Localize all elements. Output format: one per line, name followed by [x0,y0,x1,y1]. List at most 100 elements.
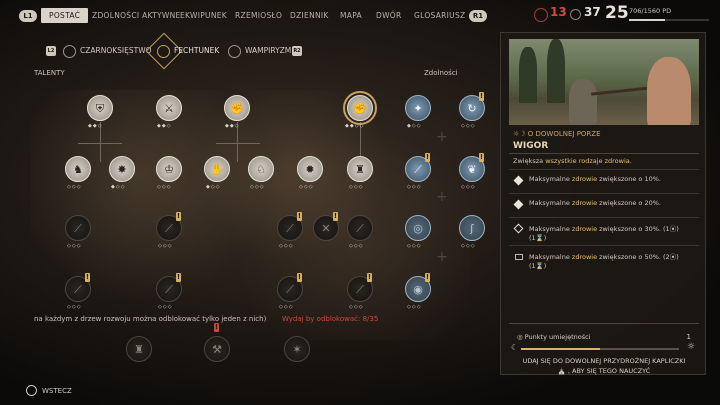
sorcery-icon [63,45,76,58]
rank-row-1: Maksymalne zdrowie zwiększone o 10%. [509,169,699,193]
claw-icon: ✋ [210,162,224,176]
tab-ekwipunek[interactable]: EKWIPUNEK [180,11,227,20]
tab-dwor[interactable]: DWÓR [376,11,402,20]
rank-hl: zdrowie [571,253,598,261]
fist-icon: ✊ [353,101,367,115]
health-value: 13 [550,5,567,19]
swordsmanship-icon [157,45,170,58]
riposte-icon: ⟋ [356,282,364,296]
skill-pips: ◆◇◇ [407,123,422,129]
slash-icon: ⟋ [165,282,173,296]
skill-pips: ◇◇◇ [461,123,476,129]
ultimate-node[interactable]: ⚒ [204,336,230,362]
alert-icon: ! [176,212,181,221]
talent-pips: ◆◆◇ [88,123,103,129]
tab-mapa[interactable]: MAPA [340,11,362,20]
ultimate-node[interactable]: ♜ [126,336,152,362]
time-progress-track [521,348,679,350]
health-icon [534,8,548,22]
panel-subtitle: ☼☽ O DOWOLNEJ PORZE [513,130,601,138]
talent-node-arm[interactable]: ✊ [224,95,250,121]
category-fechtunek[interactable]: FECHTUNEK [174,46,219,55]
xp-text: 706/1560 PD [629,7,672,15]
rank-post: zwiększone o 20%. [597,199,661,207]
talent-node-sword[interactable]: ⚔ [156,95,182,121]
rank-diamonds: ◆◆◇ [657,123,678,125]
rank-post: zwiększone o 30%. (1 [597,225,670,233]
talent-pips: ◇◇◇ [250,184,265,190]
tab-dziennik[interactable]: DZIENNIK [290,11,329,20]
category-czarnoksiestwo[interactable]: CZARNOKSIĘSTWO [80,46,152,55]
unlock-requirement-text: Wydaj by odblokować: 8/35 [282,315,379,323]
learn-hint-line2-text: , ABY SIĘ TEGO NAUCZYĆ [567,367,651,375]
slot-cross-icon: + [436,249,448,265]
blade-icon: ⟋ [165,221,173,235]
talent-pips: ◇◇◇ [158,243,173,249]
panel-subtitle-text: O DOWOLNEJ PORZE [527,130,601,138]
sun-icon: ☼ [686,342,695,352]
talent-pips: ◆◆◇◇ [345,123,365,129]
strength-icon: ✊ [230,101,244,115]
panel-description: Zwiększa wszystkie rodzaje zdrowia. [513,157,632,165]
alert-icon: ! [333,212,338,221]
tab-glosariusz[interactable]: GLOSARIUSZ [414,11,465,20]
talent-node-beast[interactable]: ♘ [248,156,274,182]
thrust-icon: ⟋ [286,282,294,296]
tab-rzemioslo[interactable]: RZEMIOSŁO [235,11,282,20]
skill-node[interactable]: ✦ [405,95,431,121]
skill-slash-icon: ⟋ [414,162,422,176]
lock-icon: ! [214,323,219,332]
vampirism-icon [228,45,241,58]
beast-icon: ♘ [256,162,266,176]
talent-node-horse[interactable]: ♞ [65,156,91,182]
skill-pips: ◇◇◇ [407,184,422,190]
xp-bar-fill [629,19,665,21]
strike-icon: ⟋ [74,282,82,296]
r1-key-hint: R1 [469,10,487,22]
alert-icon: ! [85,273,90,282]
talent-node-wigor[interactable]: ✊ [343,91,377,125]
flare-icon: ✹ [305,162,315,176]
talent-node-flare[interactable]: ✹ [297,156,323,182]
talent-node-pillar[interactable]: ♜ [347,156,373,182]
talent-node-locked[interactable]: ⟋ [65,215,91,241]
rank-post: zwiększone o 50%. (2 [597,253,670,261]
talent-pips: ◇◇◇ [349,184,364,190]
xp-bar [629,19,709,21]
rank-text: Maksymalne zdrowie zwiększone o 10%. [529,175,661,183]
hammer-icon: ⚒ [212,342,222,356]
talent-pips: ◆◇◇ [206,184,221,190]
category-wampiryzm[interactable]: WAMPIRYZM [245,46,291,55]
talent-pips: ◇◇◇ [279,243,294,249]
talent-pips: ◇◇◇ [67,304,82,310]
skill-node[interactable]: ◎ [405,215,431,241]
talent-node-locked[interactable]: ⟋ [347,215,373,241]
circle-button-icon [26,385,37,396]
skill-hook-icon: ʃ [470,221,474,235]
rank-cost-text: (1 [529,234,536,242]
divider [509,153,699,154]
rank-text: Maksymalne zdrowie zwiększone o 30%. (1⦿… [529,225,679,233]
alert-icon: ! [297,212,302,221]
alert-icon: ! [425,153,430,162]
rank-cost: (1⌛) [529,234,547,242]
detail-panel: ◆◆◇ ☼☽ O DOWOLNEJ PORZE WIGOR Zwiększa w… [500,32,706,375]
talent-node-claw[interactable]: ✋ [204,156,230,182]
skill-node[interactable]: ʃ [459,215,485,241]
talent-node-crown[interactable]: ♔ [156,156,182,182]
rank-row-3: Maksymalne zdrowie zwiększone o 30%. (1⦿… [509,217,699,245]
skills-heading: Zdolności [424,69,458,77]
talent-node-shield[interactable]: ⛨ [87,95,113,121]
preview-character [647,57,691,125]
tab-zdolnosci-aktywne[interactable]: ZDOLNOŚCI AKTYWNE [92,11,181,20]
rank-pre: Maksymalne [529,225,572,233]
learn-hint-line1: UDAJ SIĘ DO DOWOLNEJ PRZYDROŻNEJ KAPLICZ… [522,357,686,365]
skill-swirl-icon: ↻ [467,101,477,115]
moon-icon: ☾ [511,343,519,352]
ultimate-node[interactable]: ✶ [284,336,310,362]
alert-icon: ! [479,92,484,101]
back-label[interactable]: WSTECZ [42,387,72,395]
talent-node-burst[interactable]: ✸ [109,156,135,182]
tree-info-text: na każdym z drzew rozwoju można odblokow… [34,315,267,323]
tab-postac[interactable]: POSTAĆ [41,8,89,23]
